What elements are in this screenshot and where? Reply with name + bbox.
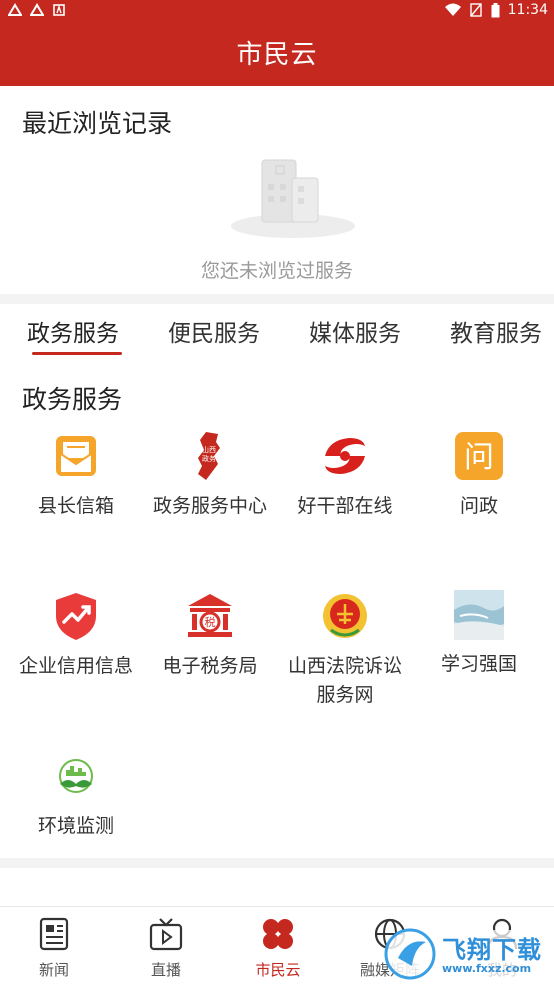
service-label: 山西法院诉讼服务网 [287, 655, 402, 706]
service-enterprise-credit[interactable]: 企业信用信息 [7, 590, 145, 681]
status-bar: 11:34 [0, 0, 554, 22]
tab-media-services[interactable]: 媒体服务 [309, 314, 401, 348]
nav-label: 直播 [150, 961, 181, 979]
service-environment-monitoring[interactable]: 环境监测 [7, 750, 145, 841]
service-xuexi-qiangguo[interactable]: 学习强国 [410, 590, 548, 679]
status-time: 11:34 [507, 2, 548, 18]
court-emblem-icon [323, 594, 367, 638]
service-label: 电子税务局 [162, 655, 258, 677]
svg-text:政务: 政务 [202, 454, 216, 463]
service-good-cadre[interactable]: 好干部在线 [276, 430, 414, 521]
active-tab-indicator [32, 352, 122, 355]
mailbox-icon [56, 436, 96, 476]
section-divider [0, 294, 554, 304]
service-label: 县长信箱 [37, 495, 114, 517]
svg-text:山西: 山西 [202, 445, 216, 454]
page-title: 市民云 [236, 40, 318, 70]
nav-live[interactable]: 直播 [116, 917, 216, 980]
landscape-photo-icon [454, 590, 504, 640]
section-divider [0, 858, 554, 868]
shield-chart-icon [56, 593, 96, 640]
leaf-city-icon [59, 759, 93, 793]
no-signal-icon [469, 3, 482, 17]
tax-icon-glyph: 税 [204, 616, 216, 629]
nav-label: 市民云 [255, 961, 301, 979]
service-label: 好干部在线 [297, 495, 393, 517]
watermark-logo: 飞翔下载 www.fxxz.com [384, 924, 550, 984]
watermark-url: www.fxxz.com [442, 962, 532, 975]
wen-icon-glyph: 问 [464, 440, 494, 475]
shanxi-map-icon: 山西 政务 [198, 432, 220, 480]
wifi-icon [444, 3, 461, 16]
nav-news[interactable]: 新闻 [4, 917, 104, 980]
service-gov-center[interactable]: 山西 政务 政务服务中心 [141, 430, 279, 521]
notification-a-icon [30, 3, 44, 16]
swirl-logo-icon [325, 438, 365, 474]
tab-convenience-services[interactable]: 便民服务 [168, 314, 260, 348]
notification-a-icon [8, 3, 22, 16]
service-label: 政务服务中心 [152, 495, 267, 517]
service-label: 环境监测 [37, 815, 114, 837]
newspaper-icon [39, 917, 69, 951]
service-label: 问政 [459, 495, 498, 517]
notification-box-icon [53, 4, 65, 16]
empty-buildings-icon [231, 159, 355, 238]
tab-government-services[interactable]: 政务服务 [27, 314, 119, 348]
watermark-text: 飞翔下载 [442, 936, 542, 964]
service-label: 企业信用信息 [18, 655, 133, 677]
recent-section: 最近浏览记录 您还未浏览过服务 [0, 86, 554, 294]
nav-citizen-cloud[interactable]: 市民云 [228, 917, 328, 980]
service-tabs: 政务服务 便民服务 媒体服务 教育服务 [0, 304, 554, 358]
tv-play-icon [149, 918, 183, 951]
tab-education-services[interactable]: 教育服务 [450, 314, 542, 348]
clover-icon [263, 919, 293, 949]
nav-label: 新闻 [38, 961, 69, 979]
service-shanxi-court[interactable]: 山西法院诉讼服务网 [276, 590, 414, 710]
recent-title: 最近浏览记录 [22, 109, 173, 138]
service-e-tax[interactable]: 电子税务局 [141, 590, 279, 681]
battery-icon [491, 2, 500, 17]
service-label: 学习强国 [440, 653, 517, 675]
service-county-mailbox[interactable]: 县长信箱 [7, 430, 145, 521]
top-app-bar: 11:34 市民云 [0, 0, 554, 86]
empty-state-text: 您还未浏览过服务 [200, 260, 353, 282]
section-title: 政务服务 [22, 385, 123, 414]
